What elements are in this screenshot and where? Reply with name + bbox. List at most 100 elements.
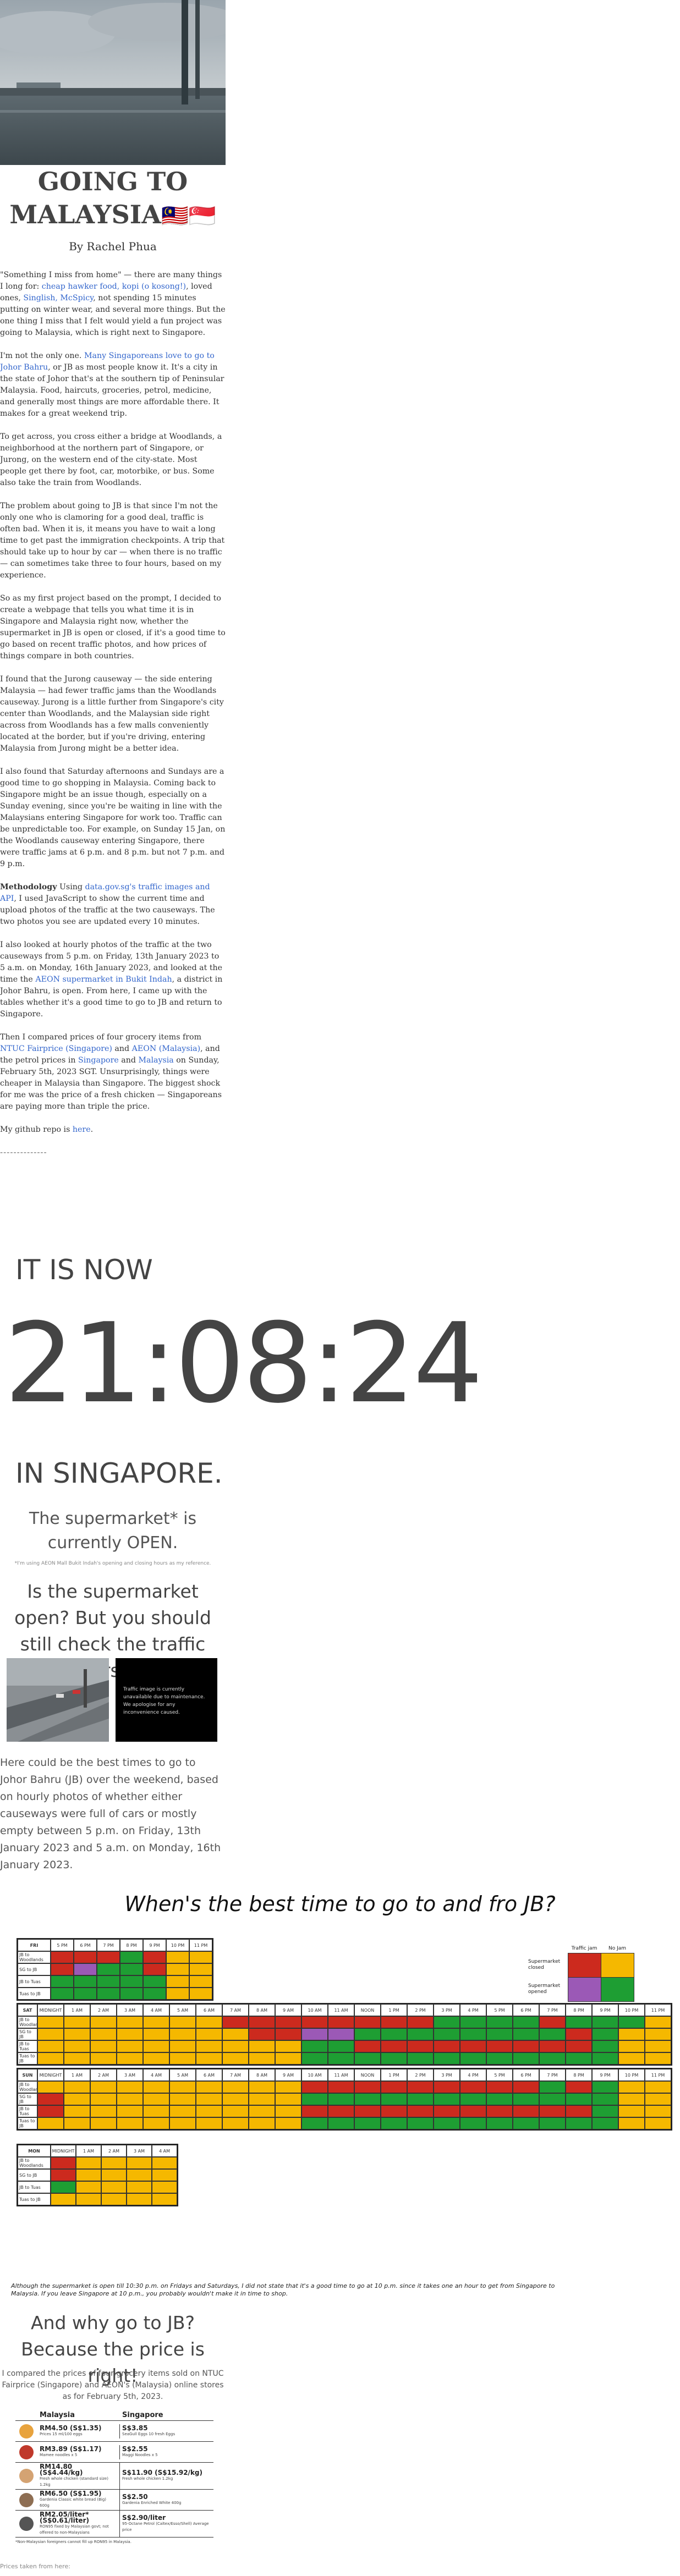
malaysia-price: RM2.05/liter* (S$0.61/liter) RON95 fixed …	[37, 2511, 120, 2537]
title-line-1: GOING TO	[37, 167, 188, 196]
hour-label: 6 PM	[513, 2004, 539, 2016]
heatmap-cell	[618, 2016, 645, 2028]
heatmap-cell	[143, 2052, 169, 2065]
heatmap-cell	[127, 2157, 152, 2169]
heatmap-cell	[222, 2093, 249, 2105]
heatmap-cell	[64, 2105, 90, 2117]
hour-label: 8 PM	[566, 2004, 592, 2016]
text: .	[90, 1125, 94, 1134]
route-label: SG to JB	[18, 2093, 37, 2105]
link-hawker-food[interactable]: cheap hawker food, kopi (o kosong!)	[42, 282, 186, 291]
heatmap-cell	[301, 2081, 328, 2093]
heatmap-cell	[354, 2040, 381, 2052]
heatmap-cell	[222, 2040, 249, 2052]
heatmap-cell	[196, 2028, 222, 2040]
heatmap-cell	[381, 2040, 407, 2052]
heatmap-row: JB to Woodlands	[18, 2016, 671, 2028]
heatmap-cell	[407, 2093, 434, 2105]
heatmap-cell	[275, 2052, 301, 2065]
route-label: JB to Tuas	[18, 2040, 37, 2052]
heatmap-cell	[434, 2052, 460, 2065]
hour-label: 5 PM	[486, 2004, 513, 2016]
heatmap-cell	[222, 2028, 249, 2040]
route-label: SG to JB	[18, 1963, 51, 1975]
hour-label: NOON	[354, 2004, 381, 2016]
heatmap-cell	[328, 2105, 354, 2117]
link-petrol-malaysia[interactable]: Malaysia	[138, 1056, 173, 1065]
link-ntuc[interactable]: NTUC Fairprice (Singapore)	[0, 1044, 112, 1053]
hour-label: 1 AM	[64, 2004, 90, 2016]
route-label: JB to Tuas	[18, 1975, 51, 1988]
heatmap-cell	[117, 2081, 143, 2093]
heatmap-cell	[143, 2117, 169, 2129]
heatmap-cell	[645, 2081, 671, 2093]
heatmap-cell	[37, 2016, 64, 2028]
hour-label: 2 PM	[407, 2069, 434, 2081]
heatmap-cell	[97, 1988, 120, 2000]
route-label: Tuas to JB	[18, 2117, 37, 2129]
singapore-price: S$3.85 SeaGull Eggs 10 fresh Eggs	[120, 2424, 213, 2439]
heatmap-cell	[381, 2105, 407, 2117]
heatmap-cell	[76, 2181, 101, 2193]
heatmap-cell	[143, 2028, 169, 2040]
link-aeon[interactable]: AEON (Malaysia)	[132, 1044, 201, 1053]
heatmap-cell	[328, 2028, 354, 2040]
heatmap-cell	[117, 2117, 143, 2129]
heatmap-cell	[117, 2052, 143, 2065]
heatmap-cell	[127, 2193, 152, 2205]
heatmap-cell	[460, 2081, 486, 2093]
heatmap-cell	[539, 2016, 566, 2028]
heatmap-cell	[196, 2052, 222, 2065]
day-label: MON	[18, 2145, 51, 2157]
heatmap-cell	[645, 2016, 671, 2028]
singapore-price: S$2.90/liter 95-Octane Petrol (Caltex/Ess…	[120, 2514, 213, 2534]
hour-label: 7 PM	[539, 2069, 566, 2081]
sg-price-desc: Gardenia Enriched White 400g	[122, 2500, 182, 2505]
heatmap-cell	[513, 2052, 539, 2065]
heatmap-cell	[486, 2093, 513, 2105]
text: , I used JavaScript to show the current …	[0, 894, 215, 926]
heatmap-cell	[407, 2028, 434, 2040]
heatmap-cell	[460, 2117, 486, 2129]
heatmap-cell	[592, 2093, 618, 2105]
heatmap-cell	[301, 2105, 328, 2117]
legend-spacer	[528, 1944, 568, 1953]
heatmap-cell	[592, 2117, 618, 2129]
heatmap-cell	[539, 2040, 566, 2052]
item-icon	[15, 2445, 37, 2459]
link-singlish[interactable]: Singlish, McSpicy	[23, 294, 93, 302]
title-line-2-text: MALAYSIA	[9, 200, 161, 229]
hour-label: 9 PM	[592, 2004, 618, 2016]
heatmap-cell	[90, 2040, 117, 2052]
hour-label: 2 PM	[407, 2004, 434, 2016]
heatmap-cell	[169, 2028, 196, 2040]
price-footnote: *Non-Malaysian foreigners cannot fill up…	[15, 2540, 131, 2544]
col-malaysia: Malaysia	[40, 2411, 75, 2419]
heatmap-cell	[90, 2093, 117, 2105]
my-price-value: RM6.50 (S$1.95)	[40, 2490, 102, 2497]
heatmap-cell	[301, 2028, 328, 2040]
heatmap-cell	[143, 2016, 169, 2028]
text: My github repo is	[0, 1125, 73, 1134]
chart-legend: Traffic jam No Jam Supermarket closed Su…	[528, 1944, 634, 2002]
legend-row-opened: Supermarket opened	[528, 1983, 561, 1995]
heatmap-cell	[64, 2052, 90, 2065]
heatmap-cell	[143, 2093, 169, 2105]
hour-label: 11 AM	[328, 2069, 354, 2081]
heatmap-cell	[407, 2016, 434, 2028]
heatmap-row: JB to Woodlands	[18, 2081, 671, 2093]
heatmap-cell	[645, 2117, 671, 2129]
byline: By Rachel Phua	[69, 240, 157, 253]
link-github[interactable]: here	[73, 1125, 91, 1134]
route-label: SG to JB	[18, 2169, 51, 2181]
legend-swatch-green	[600, 1977, 634, 2002]
hour-label: 5 PM	[486, 2069, 513, 2081]
link-aeon-bukit-indah[interactable]: AEON supermarket in Bukit Indah	[35, 975, 172, 984]
sg-price-desc: SeaGull Eggs 10 fresh Eggs	[122, 2431, 176, 2436]
heatmap-cell	[486, 2016, 513, 2028]
heatmap-mon: MON MIDNIGHT 1 AM 2 AM 3 AM 4 AM JB to Woodlan…	[17, 2144, 178, 2206]
link-petrol-singapore[interactable]: Singapore	[78, 1056, 119, 1065]
heatmap-sat: SAT MIDNIGHT 1 AM 2 AM 3 AM 4 AM 5 AM 6 AM 7 AM 8…	[17, 2003, 672, 2066]
heatmap-cell	[90, 2081, 117, 2093]
sg-price-desc: 95-Octane Petrol (Caltex/Esso/Shell) Ave…	[122, 2521, 209, 2532]
